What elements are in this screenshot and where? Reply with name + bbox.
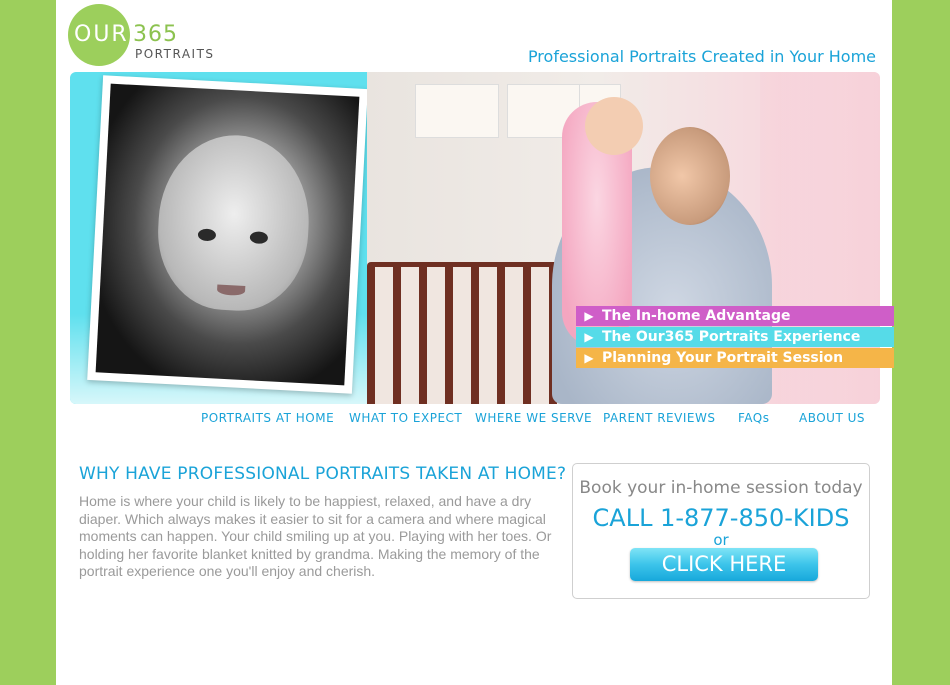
logo-portraits: PORTRAITS <box>135 47 215 61</box>
booking-box: Book your in-home session today CALL 1-8… <box>572 463 870 599</box>
baby-portrait-photo <box>87 75 368 394</box>
promo-in-home-advantage[interactable]: ▶ The In-home Advantage <box>576 306 894 326</box>
play-arrow-icon: ▶ <box>584 330 594 344</box>
wall-art <box>415 84 499 138</box>
nav-what-to-expect[interactable]: WHAT TO EXPECT <box>349 411 462 425</box>
section-heading: WHY HAVE PROFESSIONAL PORTRAITS TAKEN AT… <box>79 464 567 484</box>
baby-face <box>154 131 314 315</box>
logo-our: OUR <box>74 22 129 47</box>
hero-left-panel <box>70 72 368 404</box>
booking-title: Book your in-home session today <box>579 478 863 498</box>
nav-parent-reviews[interactable]: PARENT REVIEWS <box>603 411 715 425</box>
crib <box>367 267 577 404</box>
nav-faqs[interactable]: FAQs <box>738 411 770 425</box>
section-body: Home is where your child is likely to be… <box>79 493 552 579</box>
click-here-button[interactable]: CLICK HERE <box>630 548 818 581</box>
promo-planning-session[interactable]: ▶ Planning Your Portrait Session <box>576 348 894 368</box>
booking-phone: CALL 1-877-850-KIDS <box>592 504 850 532</box>
tagline: Professional Portraits Created in Your H… <box>527 47 876 66</box>
logo-number: 365 <box>133 22 178 47</box>
play-arrow-icon: ▶ <box>584 351 594 365</box>
nav-portraits-at-home[interactable]: PORTRAITS AT HOME <box>201 411 334 425</box>
promo-portraits-experience[interactable]: ▶ The Our365 Portraits Experience <box>576 327 894 347</box>
nav-where-we-serve[interactable]: WHERE WE SERVE <box>475 411 592 425</box>
booking-or: or <box>713 531 729 549</box>
play-arrow-icon: ▶ <box>584 309 594 323</box>
nav-about-us[interactable]: ABOUT US <box>799 411 865 425</box>
